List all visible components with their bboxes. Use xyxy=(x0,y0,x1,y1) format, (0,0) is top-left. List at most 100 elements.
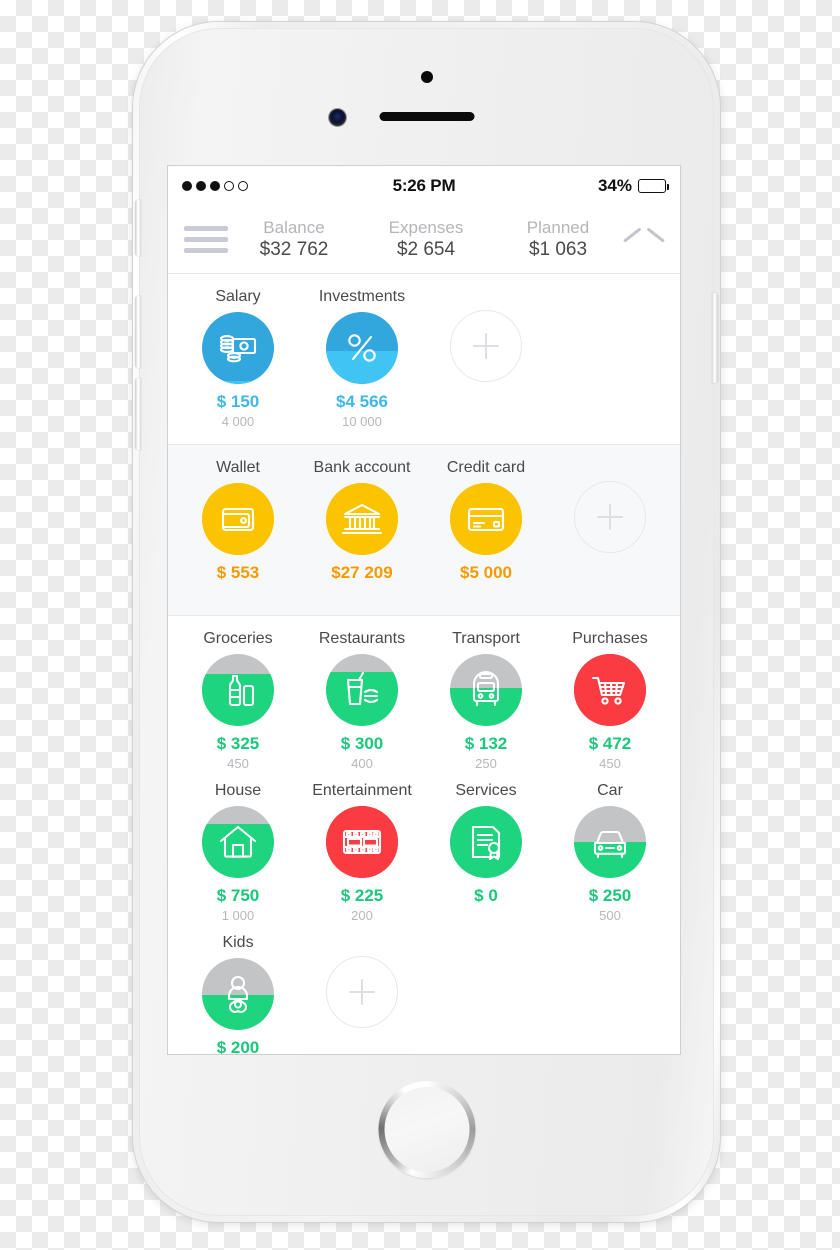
category-amount: $ 150 xyxy=(216,392,260,411)
category-limit: 250 xyxy=(475,756,497,771)
nav-stat-balance[interactable]: Balance $32 762 xyxy=(228,217,360,262)
section-income: Salary $ 150 4 000 Investments $4 566 10… xyxy=(168,274,680,444)
bubble-progress-fill xyxy=(202,381,274,384)
category-cell-salary[interactable]: Salary $ 150 4 000 xyxy=(176,284,300,436)
signal-dot xyxy=(210,181,220,191)
battery-icon xyxy=(638,179,669,193)
category-label: Kids xyxy=(222,934,254,951)
category-cell-car[interactable]: Car $ 250 500 xyxy=(548,778,672,930)
add-cell-accounts[interactable] xyxy=(548,455,672,607)
category-label: Groceries xyxy=(203,630,273,647)
certificate-icon xyxy=(464,820,508,864)
category-bubble[interactable] xyxy=(202,958,274,1030)
earpiece-speaker-icon xyxy=(379,112,474,121)
power-button[interactable] xyxy=(712,293,718,383)
category-bubble[interactable] xyxy=(202,806,274,878)
category-amount: $ 132 xyxy=(464,734,508,753)
nav-stat-label: Balance xyxy=(263,218,325,237)
phone-screen: 5:26 PM 34% Balance $32 762 Expenses $2 … xyxy=(168,166,680,1054)
money-stack-icon xyxy=(216,326,260,370)
wallet-icon xyxy=(216,497,260,541)
plus-icon[interactable] xyxy=(574,481,646,553)
category-bubble[interactable] xyxy=(574,806,646,878)
volume-up-button[interactable] xyxy=(135,296,141,368)
category-bubble[interactable] xyxy=(326,483,398,555)
category-cell-wallet[interactable]: Wallet $ 553 xyxy=(176,455,300,607)
category-cell-credit card[interactable]: Credit card $5 000 xyxy=(424,455,548,607)
bottle-icon xyxy=(216,668,260,712)
dashboard-sections: Salary $ 150 4 000 Investments $4 566 10… xyxy=(168,274,680,1054)
add-cell-income[interactable] xyxy=(424,284,548,436)
plus-icon[interactable] xyxy=(450,310,522,382)
category-label: Restaurants xyxy=(318,630,406,647)
category-cell-services[interactable]: Services $ 0 xyxy=(424,778,548,930)
category-cell-purchases[interactable]: Purchases $ 472 450 xyxy=(548,626,672,778)
category-cell-kids[interactable]: Kids $ 200 420 xyxy=(176,930,300,1054)
category-bubble[interactable] xyxy=(326,806,398,878)
nav-stat-expenses[interactable]: Expenses $2 654 xyxy=(360,217,492,262)
category-amount: $ 250 xyxy=(588,886,632,905)
category-amount: $27 209 xyxy=(331,563,393,582)
category-bubble[interactable] xyxy=(202,483,274,555)
home-button-icon[interactable] xyxy=(378,1081,475,1178)
category-bubble[interactable] xyxy=(450,654,522,726)
volume-down-button[interactable] xyxy=(135,378,141,450)
category-amount: $ 472 xyxy=(588,734,632,753)
status-bar: 5:26 PM 34% xyxy=(168,166,680,206)
nav-summary-stats: Balance $32 762 Expenses $2 654 Planned … xyxy=(228,217,624,262)
category-cell-groceries[interactable]: Groceries $ 325 450 xyxy=(176,626,300,778)
category-cell-investments[interactable]: Investments $4 566 10 000 xyxy=(300,284,424,436)
nav-stat-planned[interactable]: Planned $1 063 xyxy=(492,217,624,262)
section-expenses: Groceries $ 325 450 Restaurants $ 300 40… xyxy=(168,615,680,1054)
category-bubble[interactable] xyxy=(202,654,274,726)
category-cell-restaurants[interactable]: Restaurants $ 300 400 xyxy=(300,626,424,778)
front-camera-icon xyxy=(329,109,346,126)
category-bubble[interactable] xyxy=(202,312,274,384)
category-bubble[interactable] xyxy=(326,312,398,384)
category-bubble[interactable] xyxy=(326,654,398,726)
category-label: Salary xyxy=(215,288,261,305)
category-amount: $ 553 xyxy=(216,563,260,582)
category-limit: 500 xyxy=(599,908,621,923)
nav-stat-value: $2 654 xyxy=(396,239,456,261)
category-label: Car xyxy=(597,782,623,799)
category-amount: $ 225 xyxy=(340,886,384,905)
category-label: Wallet xyxy=(216,459,260,476)
battery-percent-label: 34% xyxy=(597,176,632,195)
category-amount: $ 300 xyxy=(340,734,384,753)
category-cell-entertainment[interactable]: Entertainment $ 225 200 xyxy=(300,778,424,930)
category-bubble[interactable] xyxy=(450,483,522,555)
category-amount: $5 000 xyxy=(460,563,512,582)
add-cell-expenses[interactable] xyxy=(300,930,424,1054)
silent-switch[interactable] xyxy=(135,200,141,256)
chevron-up-icon[interactable] xyxy=(624,220,664,260)
category-label: Transport xyxy=(452,630,520,647)
car-icon xyxy=(588,820,632,864)
category-limit: 10 000 xyxy=(342,414,382,429)
category-label: Credit card xyxy=(446,459,526,476)
plus-icon[interactable] xyxy=(326,956,398,1028)
category-bubble[interactable] xyxy=(574,654,646,726)
category-amount: $ 0 xyxy=(474,886,498,905)
category-label: Bank account xyxy=(313,459,411,476)
category-amount: $4 566 xyxy=(336,392,388,411)
section-grid: Wallet $ 553 Bank account $27 209 Credit… xyxy=(168,455,680,607)
category-cell-transport[interactable]: Transport $ 132 250 xyxy=(424,626,548,778)
film-strip-icon xyxy=(340,820,384,864)
category-label: Investments xyxy=(318,288,406,305)
baby-icon xyxy=(216,972,260,1016)
status-battery-area: 34% xyxy=(597,176,669,196)
credit-card-icon xyxy=(464,497,508,541)
category-cell-house[interactable]: House $ 750 1 000 xyxy=(176,778,300,930)
app-nav-bar: Balance $32 762 Expenses $2 654 Planned … xyxy=(168,206,680,274)
nav-stat-value: $1 063 xyxy=(528,239,588,261)
category-bubble[interactable] xyxy=(450,806,522,878)
drink-burger-icon xyxy=(340,668,384,712)
category-amount: $ 200 xyxy=(216,1038,260,1054)
tram-icon xyxy=(464,668,508,712)
section-accounts: Wallet $ 553 Bank account $27 209 Credit… xyxy=(168,444,680,615)
category-cell-bank account[interactable]: Bank account $27 209 xyxy=(300,455,424,607)
category-limit: 400 xyxy=(351,756,373,771)
hamburger-menu-icon[interactable] xyxy=(184,226,228,253)
category-amount: $ 750 xyxy=(216,886,260,905)
